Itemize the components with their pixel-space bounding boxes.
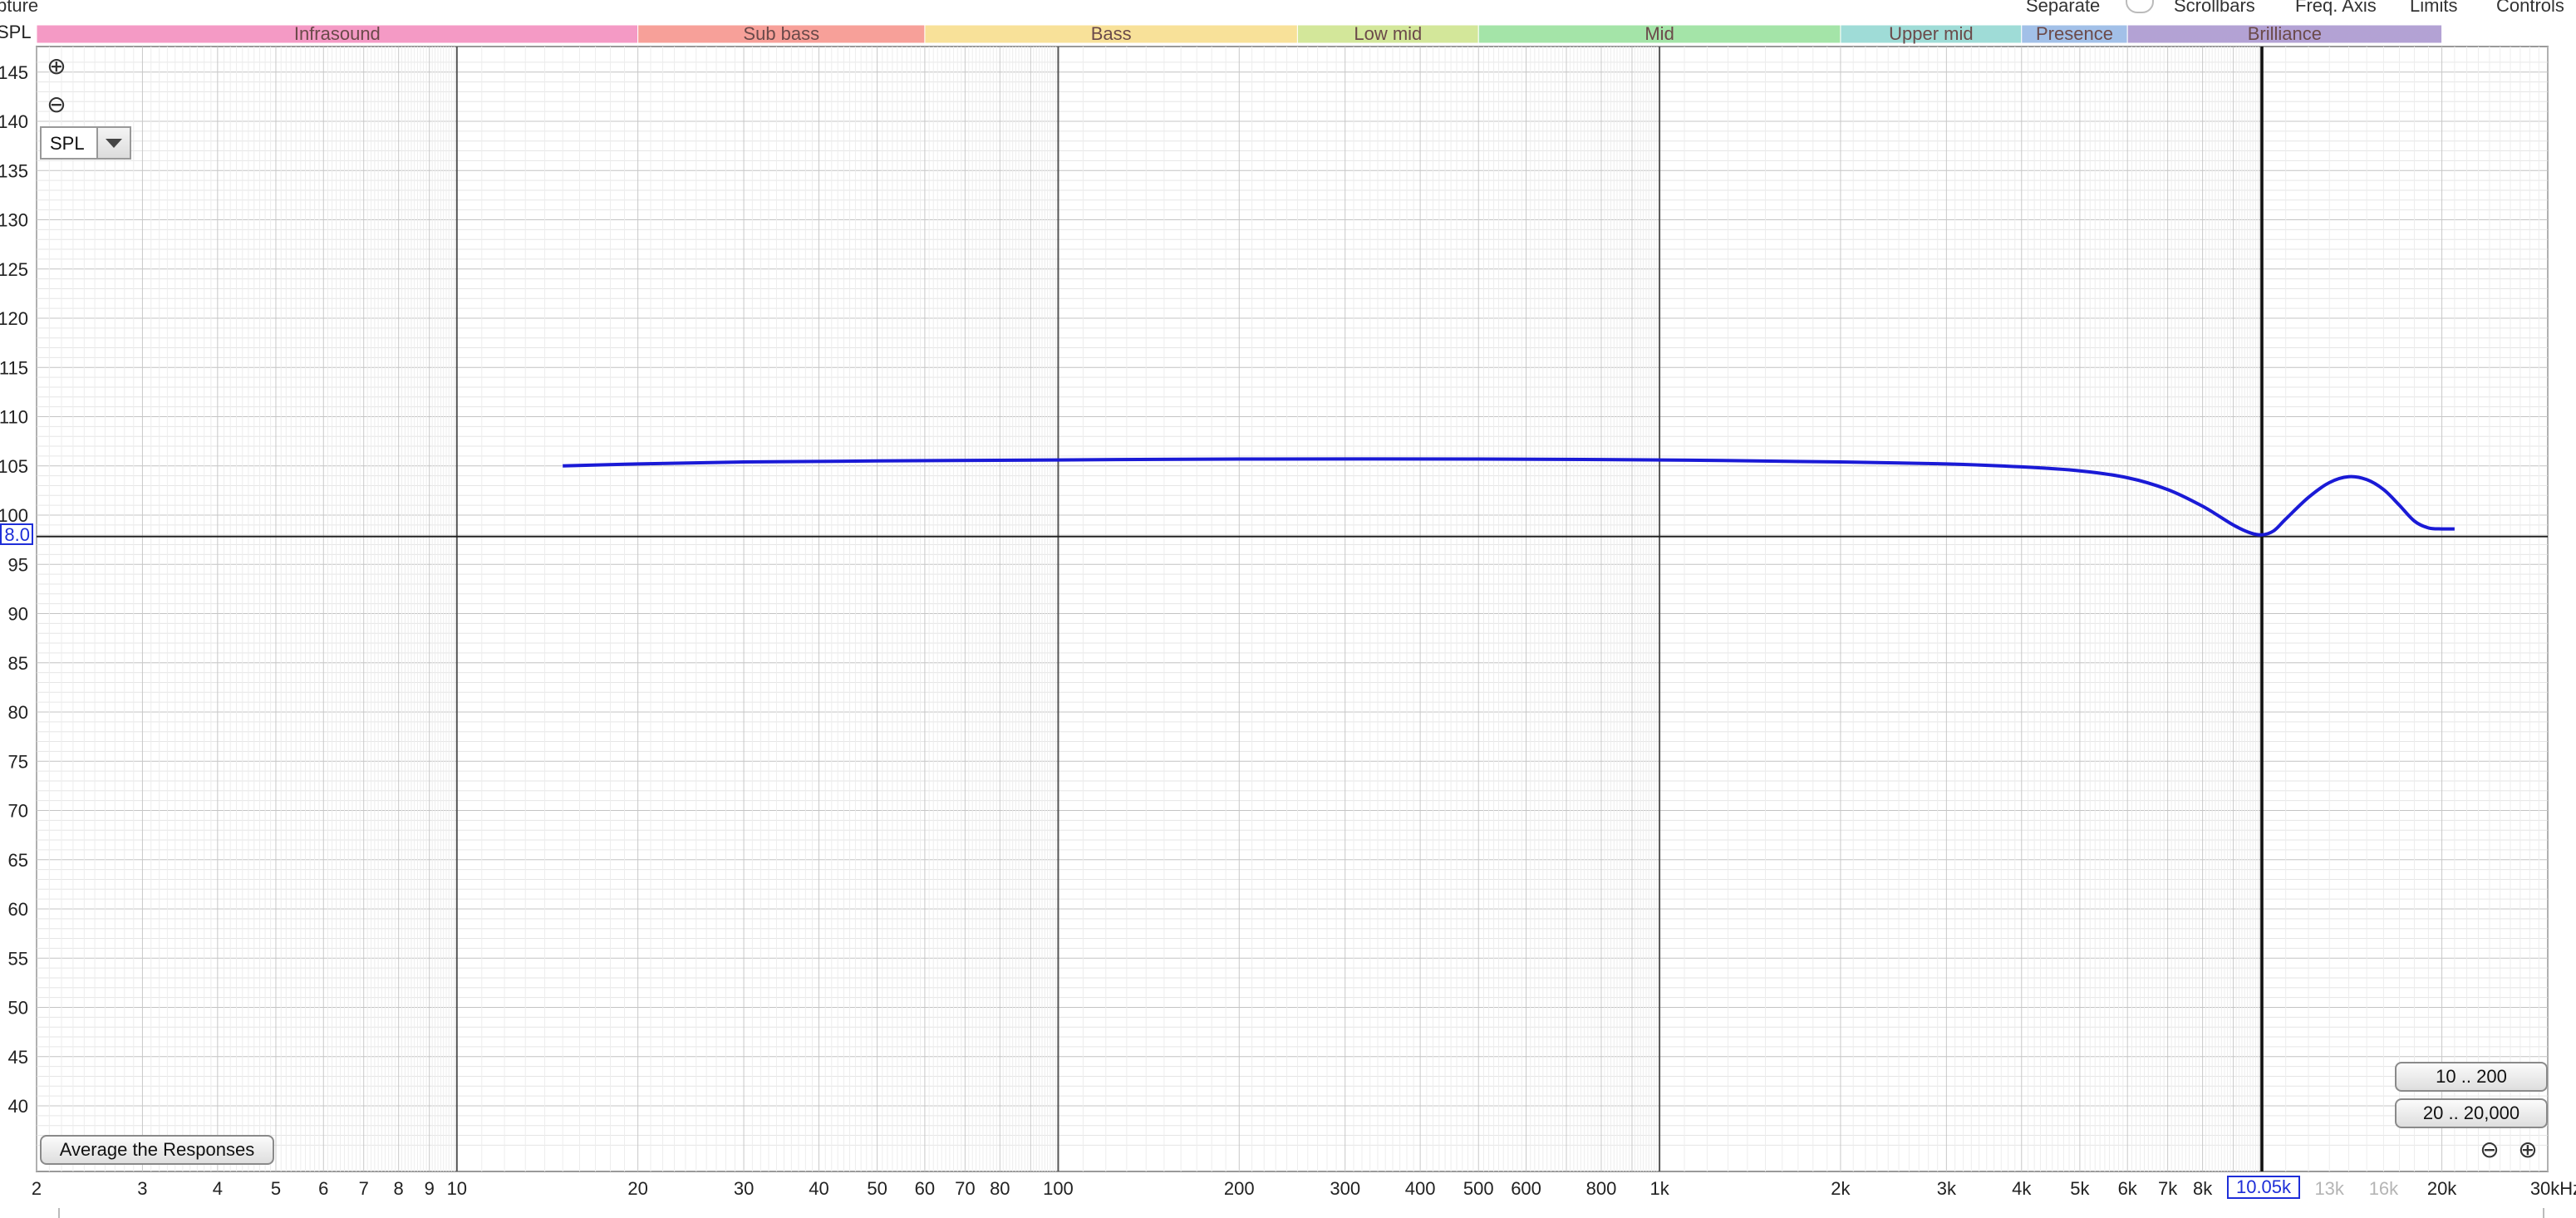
band-label-0: Infrasound — [294, 23, 381, 44]
y-tick-label: 65 — [8, 850, 28, 871]
x-tick-label: 1k — [1649, 1178, 1669, 1199]
x-tick-label: 800 — [1586, 1178, 1617, 1199]
x-tick-label: 4 — [213, 1178, 223, 1199]
frequency-bands: Infrasound Sub bass Bass Low mid Mid Upper mi… — [36, 23, 2443, 44]
x-tick-label: 13k — [2314, 1178, 2344, 1199]
x-tick-label: 30kHz — [2530, 1178, 2576, 1199]
mode-select-dropdown[interactable] — [96, 128, 130, 158]
x-tick-label: 600 — [1511, 1178, 1541, 1199]
x-tick-label: 40 — [809, 1178, 828, 1199]
scrollbar-right-edge[interactable] — [2543, 1208, 2544, 1218]
horizontal-zoom-out-icon[interactable]: ⊖ — [2476, 1137, 2503, 1163]
x-tick-label: 8k — [2193, 1178, 2213, 1199]
band-label-4: Mid — [1644, 23, 1674, 44]
x-tick-label: 80 — [990, 1178, 1010, 1199]
x-tick-label: 2k — [1831, 1178, 1851, 1199]
y-tick-label: 40 — [8, 1096, 28, 1117]
range-10-200-button[interactable]: 10 .. 200 — [2395, 1062, 2548, 1092]
y-tick-label: 60 — [8, 899, 28, 920]
horizontal-zoom-in-icon[interactable]: ⊕ — [2515, 1137, 2541, 1163]
scrollbar-left-edge[interactable] — [58, 1208, 60, 1218]
y-tick-label: 55 — [8, 948, 28, 969]
x-tick-label: 100 — [1043, 1178, 1074, 1199]
x-tick-label: 5k — [2070, 1178, 2090, 1199]
x-tick-label: 6 — [318, 1178, 328, 1199]
mode-select[interactable]: SPL — [40, 126, 131, 160]
x-tick-label: 70 — [955, 1178, 975, 1199]
x-tick-label: 60 — [915, 1178, 935, 1199]
x-tick-label: 7 — [359, 1178, 369, 1199]
cursor-y-readout: 8.0 — [0, 523, 33, 545]
x-tick-label: 10 — [447, 1178, 467, 1199]
x-tick-label: 6k — [2118, 1178, 2138, 1199]
y-tick-label: 145 — [0, 62, 28, 83]
y-tick-label: 140 — [0, 111, 28, 132]
y-tick-label: 70 — [8, 801, 28, 822]
y-tick-label: 135 — [0, 160, 28, 181]
x-tick-label: 300 — [1330, 1178, 1360, 1199]
x-tick-label: 50 — [867, 1178, 887, 1199]
x-tick-label: 8 — [394, 1178, 404, 1199]
y-tick-label: 120 — [0, 308, 28, 329]
grid — [36, 46, 2549, 1172]
spl-chart[interactable]: Infrasound Sub bass Bass Low mid Mid Upper mi… — [0, 0, 2576, 1216]
band-label-6: Presence — [2036, 23, 2113, 44]
x-tick-label: 30 — [734, 1178, 754, 1199]
zoom-in-icon[interactable]: ⊕ — [43, 53, 70, 80]
x-tick-label: 5 — [271, 1178, 281, 1199]
x-tick-label: 400 — [1405, 1178, 1436, 1199]
x-tick-label: 16k — [2369, 1178, 2399, 1199]
x-tick-label: 3 — [137, 1178, 147, 1199]
chevron-down-icon — [106, 139, 122, 148]
y-tick-label: 90 — [8, 604, 28, 625]
y-tick-label: 105 — [0, 456, 28, 477]
y-tick-label: 50 — [8, 998, 28, 1019]
x-axis-ticks: 2 3 4 5 6 7 8 9 10 20 30 40 50 60 70 80 100 200 300 400 500 6… — [32, 1178, 2576, 1199]
band-label-3: Low mid — [1354, 23, 1422, 44]
series-line-0 — [563, 457, 2455, 537]
x-tick-label: 4k — [2012, 1178, 2032, 1199]
band-label-5: Upper mid — [1889, 23, 1973, 44]
x-tick-label: 7k — [2158, 1178, 2178, 1199]
range-20-20000-button[interactable]: 20 .. 20,000 — [2395, 1098, 2548, 1128]
band-label-2: Bass — [1091, 23, 1132, 44]
x-tick-label: 2 — [32, 1178, 42, 1199]
y-tick-label: 110 — [0, 407, 28, 428]
average-responses-button[interactable]: Average the Responses — [40, 1135, 274, 1165]
y-tick-label: 95 — [8, 554, 28, 575]
cursor-x-readout: 10.05k — [2227, 1176, 2300, 1199]
x-tick-label: 20 — [627, 1178, 647, 1199]
x-tick-label: 3k — [1937, 1178, 1957, 1199]
y-tick-label: 125 — [0, 259, 28, 280]
y-tick-label: 80 — [8, 702, 28, 723]
zoom-out-icon[interactable]: ⊖ — [43, 91, 70, 118]
band-label-1: Sub bass — [743, 23, 819, 44]
y-tick-label: 75 — [8, 751, 28, 772]
x-tick-label: 200 — [1224, 1178, 1255, 1199]
x-tick-label: 500 — [1463, 1178, 1494, 1199]
y-tick-label: 115 — [0, 357, 28, 378]
y-tick-label: 45 — [8, 1047, 28, 1068]
y-tick-label: 85 — [8, 653, 28, 674]
series — [563, 457, 2455, 537]
x-tick-label: 20k — [2427, 1178, 2457, 1199]
y-axis-ticks: 1451401351301251201151101051009590858075… — [0, 22, 32, 1117]
y-tick-label: 130 — [0, 210, 28, 231]
y-axis-label: SPL — [0, 22, 32, 42]
mode-select-value: SPL — [50, 133, 85, 154]
band-label-7: Brilliance — [2248, 23, 2322, 44]
x-tick-label: 9 — [425, 1178, 435, 1199]
